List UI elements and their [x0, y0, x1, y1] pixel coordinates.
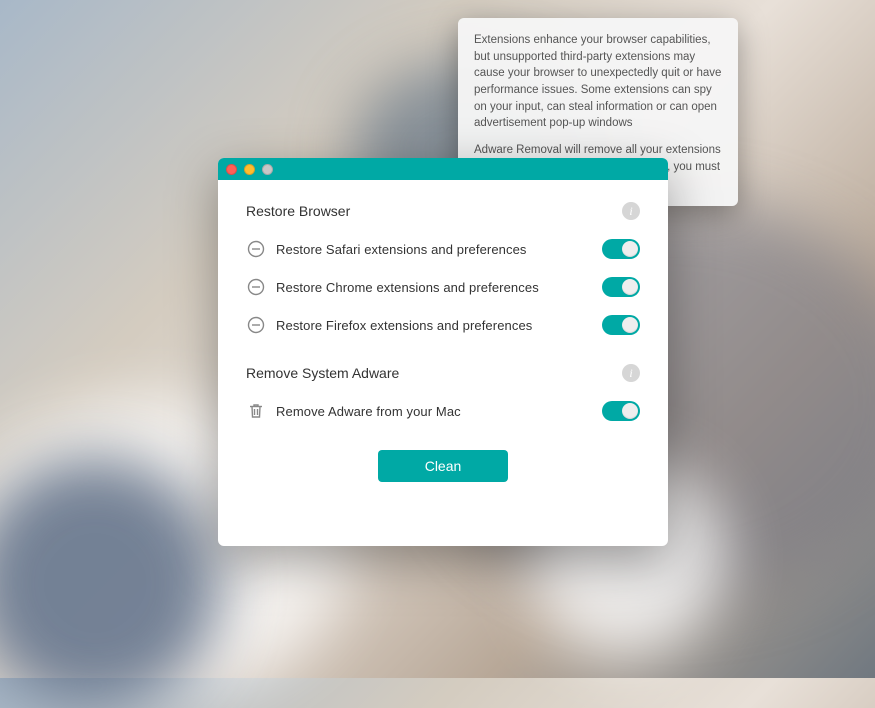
window-minimize-button[interactable]	[244, 164, 255, 175]
info-icon[interactable]: i	[622, 202, 640, 220]
toggle-safari[interactable]	[602, 239, 640, 259]
section-header-system: Remove System Adware i	[246, 364, 640, 382]
toggle-knob	[622, 279, 638, 295]
section-title: Restore Browser	[246, 203, 350, 219]
minus-circle-icon	[246, 316, 266, 334]
item-label: Restore Safari extensions and preference…	[266, 242, 602, 257]
info-icon[interactable]: i	[622, 364, 640, 382]
minus-circle-icon	[246, 278, 266, 296]
toggle-knob	[622, 317, 638, 333]
list-item: Remove Adware from your Mac	[246, 392, 640, 430]
list-item: Restore Safari extensions and preference…	[246, 230, 640, 268]
section-title: Remove System Adware	[246, 365, 399, 381]
item-label: Remove Adware from your Mac	[266, 404, 602, 419]
app-window: Restore Browser i Restore Safari extensi…	[218, 158, 668, 546]
window-close-button[interactable]	[226, 164, 237, 175]
section-gap	[246, 344, 640, 362]
trash-icon	[246, 402, 266, 420]
list-item: Restore Firefox extensions and preferenc…	[246, 306, 640, 344]
item-label: Restore Chrome extensions and preference…	[266, 280, 602, 295]
window-content: Restore Browser i Restore Safari extensi…	[218, 180, 668, 504]
toggle-chrome[interactable]	[602, 277, 640, 297]
window-titlebar[interactable]	[218, 158, 668, 180]
item-label: Restore Firefox extensions and preferenc…	[266, 318, 602, 333]
toggle-knob	[622, 241, 638, 257]
minus-circle-icon	[246, 240, 266, 258]
tooltip-paragraph: Extensions enhance your browser capabili…	[474, 32, 722, 132]
section-header-browser: Restore Browser i	[246, 202, 640, 220]
toggle-adware[interactable]	[602, 401, 640, 421]
window-zoom-button[interactable]	[262, 164, 273, 175]
toggle-firefox[interactable]	[602, 315, 640, 335]
toggle-knob	[622, 403, 638, 419]
list-item: Restore Chrome extensions and preference…	[246, 268, 640, 306]
clean-button[interactable]: Clean	[378, 450, 508, 482]
